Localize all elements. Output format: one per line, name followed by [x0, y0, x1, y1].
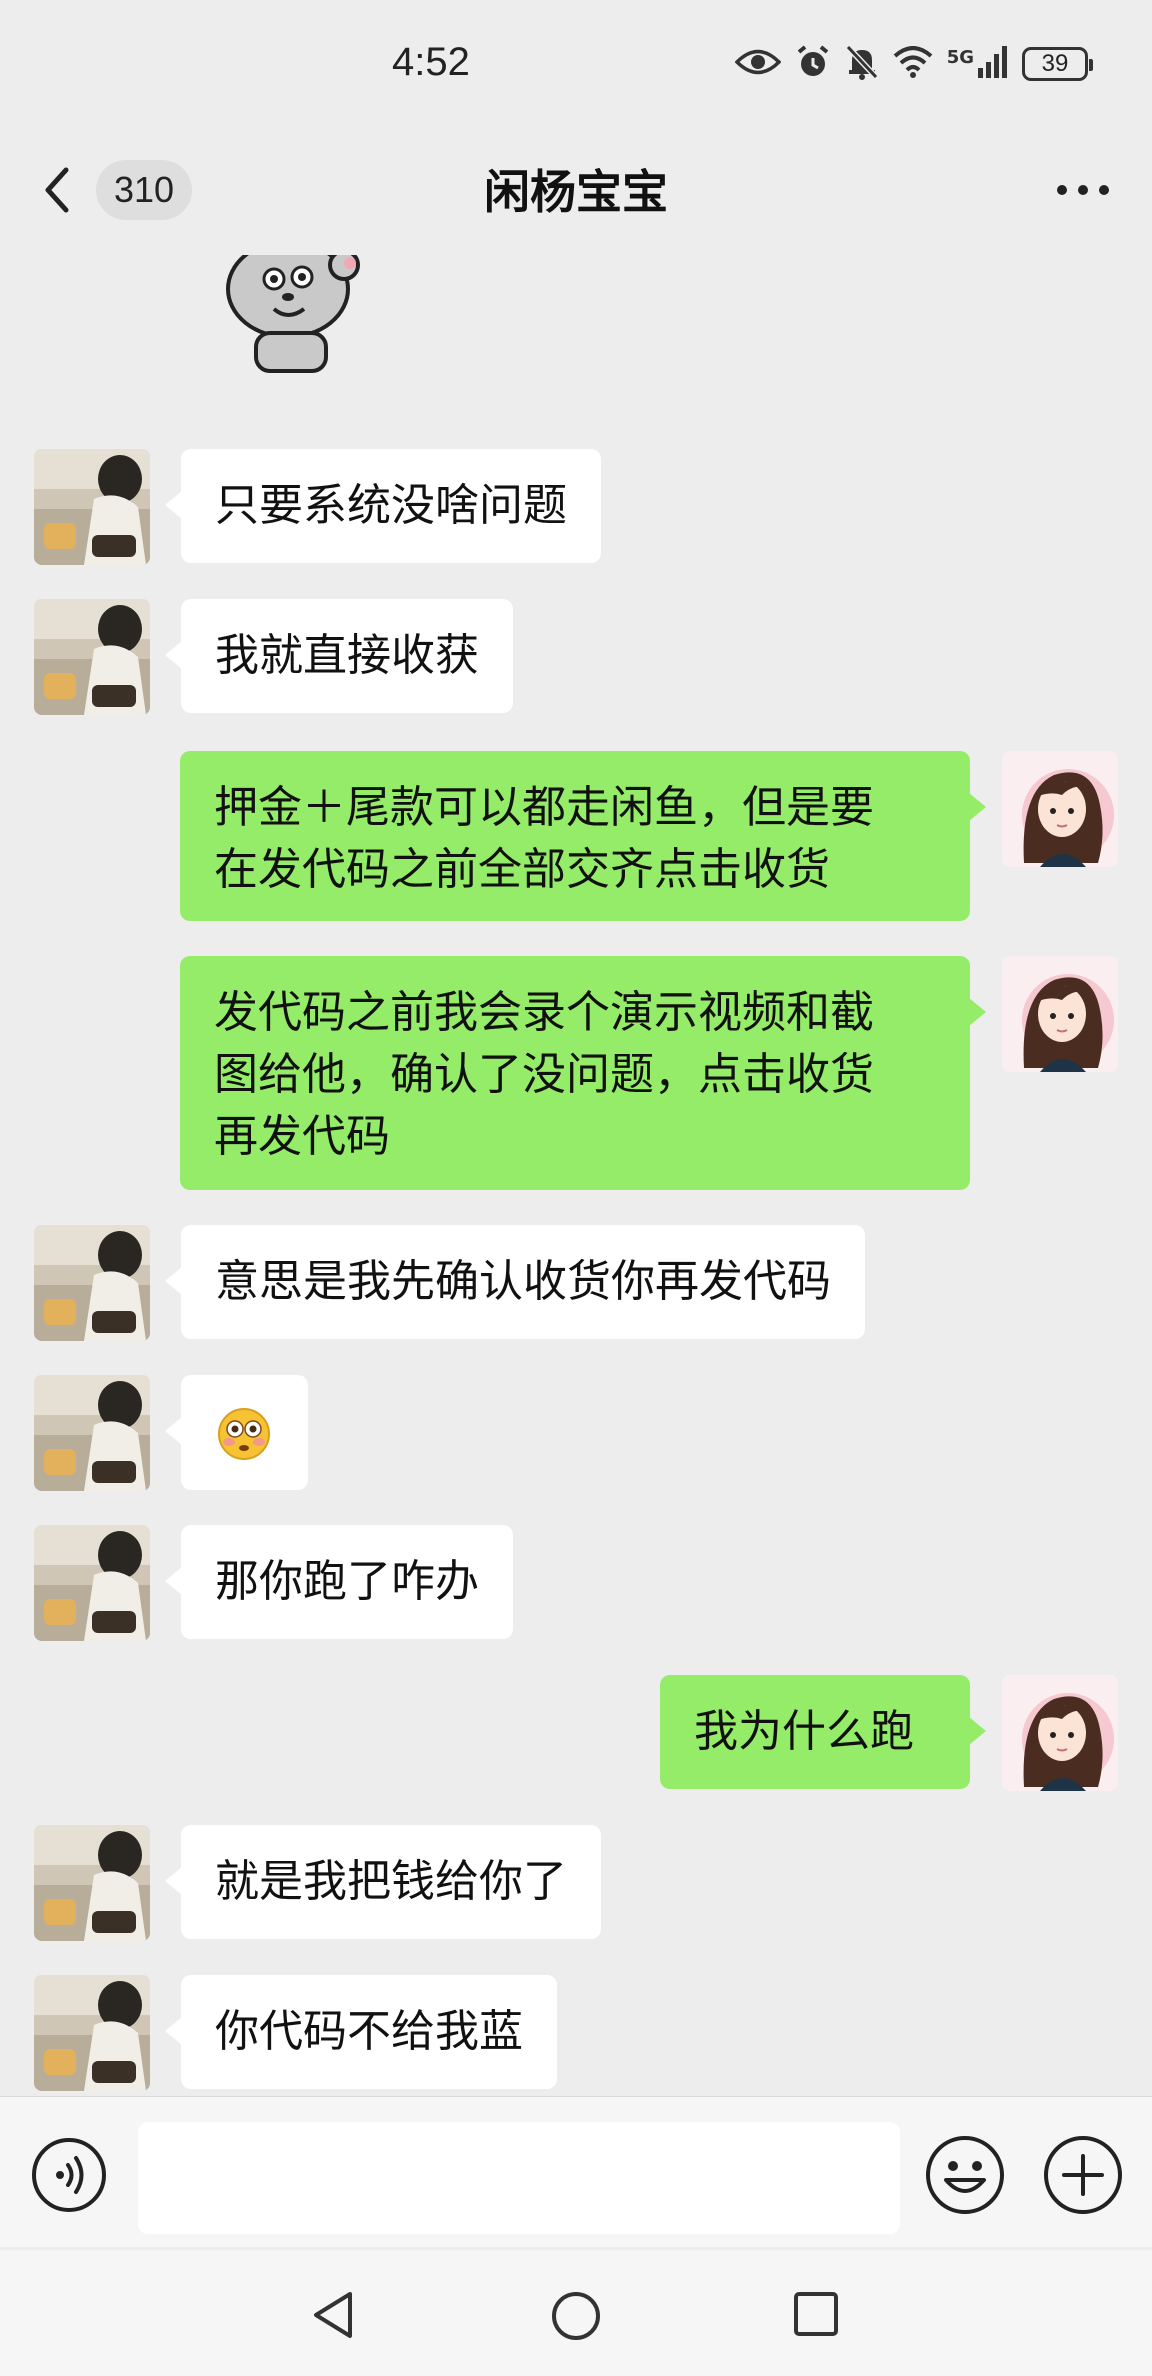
message-list[interactable]: 只要系统没啥问题 我就直接收获 押金＋尾款可以都走闲鱼，但是要 在发代码之前全部…: [0, 255, 1152, 2095]
status-bar: 4:52 5G 39: [0, 0, 1152, 130]
contact-avatar[interactable]: [34, 599, 150, 715]
message-line: 发代码之前我会录个演示视频和截: [214, 987, 874, 1038]
contact-avatar[interactable]: [34, 449, 150, 565]
my-avatar[interactable]: [1002, 751, 1118, 867]
eye-icon: [734, 47, 782, 81]
contact-avatar[interactable]: [34, 1525, 150, 1641]
smiley-icon: [926, 2136, 1004, 2214]
contact-avatar[interactable]: [34, 1225, 150, 1341]
incoming-emoji-bubble[interactable]: [165, 1375, 308, 1490]
contact-avatar[interactable]: [34, 1825, 150, 1941]
system-recents-button[interactable]: [792, 2290, 840, 2338]
battery-indicator: 39: [1022, 47, 1093, 81]
plus-icon: [1044, 2136, 1122, 2214]
voice-input-button[interactable]: [30, 2136, 108, 2214]
flushed-face-icon: [218, 1408, 270, 1460]
system-home-button[interactable]: [550, 2290, 602, 2342]
my-avatar[interactable]: [1002, 1675, 1118, 1791]
system-back-button[interactable]: [308, 2288, 360, 2342]
incoming-message-bubble[interactable]: 只要系统没啥问题: [165, 449, 601, 563]
message-line: 再发代码: [214, 1111, 390, 1162]
triangle-back-icon: [314, 2292, 352, 2338]
contact-avatar[interactable]: [34, 1975, 150, 2091]
outgoing-message-bubble[interactable]: 发代码之前我会录个演示视频和截 图给他，确认了没问题，点击收货 再发代码: [180, 956, 986, 1190]
more-dots-icon: [1057, 185, 1109, 195]
outgoing-message-bubble[interactable]: 押金＋尾款可以都走闲鱼，但是要 在发代码之前全部交齐点击收货: [180, 751, 986, 921]
incoming-message-bubble[interactable]: 我就直接收获: [165, 599, 513, 713]
circle-home-icon: [552, 2292, 600, 2340]
square-recents-icon: [794, 2292, 838, 2336]
voice-icon: [32, 2138, 106, 2212]
incoming-message-bubble[interactable]: 就是我把钱给你了: [165, 1825, 601, 1939]
status-time: 4:52: [392, 40, 470, 84]
mouse-sticker-icon: [226, 255, 360, 373]
message-line: 在发代码之前全部交齐点击收货: [214, 844, 830, 895]
status-icons: 5G 39: [734, 44, 1093, 84]
signal-icon: [978, 46, 1008, 82]
mute-bell-icon: [845, 44, 879, 84]
message-input[interactable]: [138, 2122, 900, 2234]
incoming-message-bubble[interactable]: 意思是我先确认收货你再发代码: [165, 1225, 865, 1339]
contact-avatar[interactable]: [34, 255, 150, 309]
incoming-message-bubble[interactable]: 那你跑了咋办: [165, 1525, 513, 1639]
emoji-button[interactable]: [924, 2134, 1006, 2216]
alarm-icon: [795, 44, 831, 84]
more-functions-button[interactable]: [1042, 2134, 1124, 2216]
incoming-message-bubble[interactable]: 你代码不给我蓝: [165, 1975, 557, 2089]
message-line: 押金＋尾款可以都走闲鱼，但是要: [214, 782, 874, 833]
outgoing-message-bubble[interactable]: 我为什么跑: [660, 1675, 986, 1789]
network-type: 5G: [946, 46, 974, 68]
contact-avatar[interactable]: [34, 1375, 150, 1491]
sticker-message[interactable]: [216, 255, 366, 380]
wifi-icon: [893, 46, 933, 82]
chat-title: 闲杨宝宝: [484, 165, 668, 219]
more-options-button[interactable]: [1050, 166, 1116, 214]
my-avatar[interactable]: [1002, 956, 1118, 1072]
message-line: 图给他，确认了没问题，点击收货: [214, 1049, 874, 1100]
